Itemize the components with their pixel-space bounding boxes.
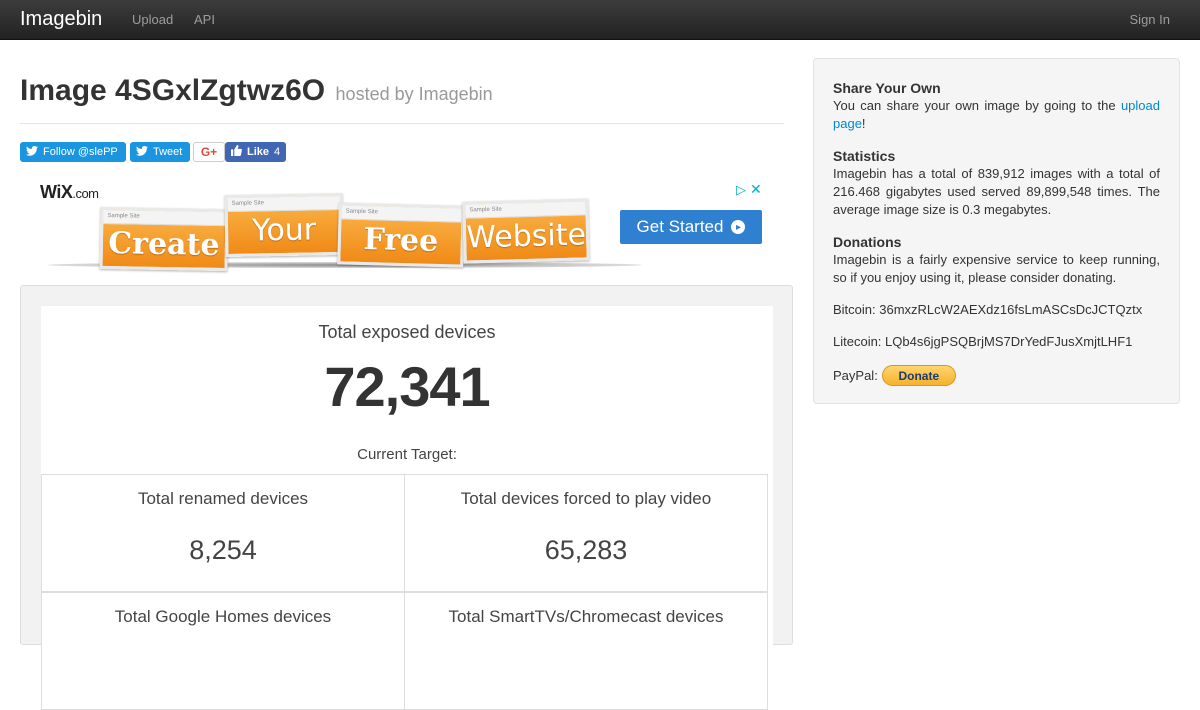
litecoin-address: Litecoin: LQb4s6jgPSQBrjMS7DrYedFJusXmjt…	[833, 334, 1133, 349]
get-started-button[interactable]: Get Started ▸	[620, 210, 762, 244]
page-header: Image 4SGxlZgtwz6O hosted by Imagebin	[20, 74, 784, 124]
bitcoin-address: Bitcoin: 36mxzRLcW2AEXdz16fsLmASCsDcJCTQ…	[833, 302, 1143, 317]
top-navbar: Imagebin Upload API Sign In	[0, 0, 1200, 40]
like-label: Like	[247, 146, 270, 158]
page-title: Image 4SGxlZgtwz6O	[20, 74, 326, 107]
stat-label: Total Google Homes devices	[114, 607, 332, 626]
arrow-right-icon: ▸	[731, 220, 746, 234]
google-plus-icon: G+	[200, 145, 218, 159]
paypal-donate-button[interactable]: Donate	[881, 365, 956, 386]
donations-heading: Donations	[833, 234, 902, 250]
paypal-row: PayPal: Donate	[833, 365, 1160, 386]
statistics-heading: Statistics	[833, 148, 896, 164]
twitter-bird-icon	[136, 145, 148, 159]
total-exposed-value: 72,341	[324, 355, 490, 418]
stat-value: 65,283	[544, 535, 628, 565]
total-exposed-label: Total exposed devices	[318, 322, 496, 342]
thumbs-up-icon	[231, 145, 242, 159]
share-text: You can share your own image by going to…	[833, 98, 1160, 131]
stat-card: Total renamed devices 8,254	[41, 474, 405, 592]
donations-text: Imagebin is a fairly expensive service t…	[833, 252, 1160, 285]
paypal-label: PayPal:	[833, 367, 878, 383]
stat-card: Total Google Homes devices	[41, 592, 405, 710]
share-heading: Share Your Own	[833, 80, 941, 96]
google-plus-button[interactable]: G+	[193, 142, 225, 162]
ad-card-your: Sample Site Your	[224, 192, 344, 258]
stat-label: Total SmartTVs/Chromecast devices	[448, 607, 724, 626]
tweet-label: Tweet	[153, 146, 183, 158]
hosted-image-frame: Total exposed devices 72,341 Current Tar…	[20, 285, 793, 710]
get-started-label: Get Started	[636, 217, 724, 236]
stat-card: Total SmartTVs/Chromecast devices	[404, 592, 768, 710]
hosted-image[interactable]: Total exposed devices 72,341 Current Tar…	[41, 306, 773, 710]
stat-value: 8,254	[189, 535, 257, 565]
stat-label: Total devices forced to play video	[460, 489, 712, 508]
ad-card-free: Sample Site Free	[337, 202, 465, 268]
stat-card: Total devices forced to play video 65,28…	[404, 474, 768, 592]
ad-card-create: Sample Site Create	[99, 206, 229, 272]
statistics-text: Imagebin has a total of 839,912 images w…	[833, 166, 1160, 217]
like-count: 4	[274, 146, 281, 158]
stat-label: Total renamed devices	[137, 489, 309, 508]
page-subtitle: hosted by Imagebin	[335, 84, 493, 104]
twitter-bird-icon	[26, 145, 38, 159]
sidebar-well: Share Your Own You can share your own im…	[813, 58, 1180, 404]
wix-logo: WiX.com	[40, 182, 99, 202]
facebook-like-button[interactable]: Like 4	[225, 142, 286, 162]
brand-link[interactable]: Imagebin	[20, 8, 102, 31]
tweet-button[interactable]: Tweet	[130, 142, 190, 162]
current-target-label: Current Target:	[357, 446, 457, 463]
ad-choices-icon[interactable]: ▷	[736, 182, 746, 198]
ad-card-website: Sample Site Website	[462, 198, 590, 264]
sign-in-link[interactable]: Sign In	[1130, 12, 1170, 27]
follow-label: Follow @slePP	[43, 146, 118, 158]
wix-advertisement[interactable]: WiX.com Sample Site Create Sample Site Y…	[20, 178, 768, 274]
twitter-follow-button[interactable]: Follow @slePP	[20, 142, 126, 162]
nav-api-link[interactable]: API	[194, 12, 215, 27]
nav-upload-link[interactable]: Upload	[132, 12, 173, 27]
ad-close-icon[interactable]: ✕	[750, 181, 762, 198]
